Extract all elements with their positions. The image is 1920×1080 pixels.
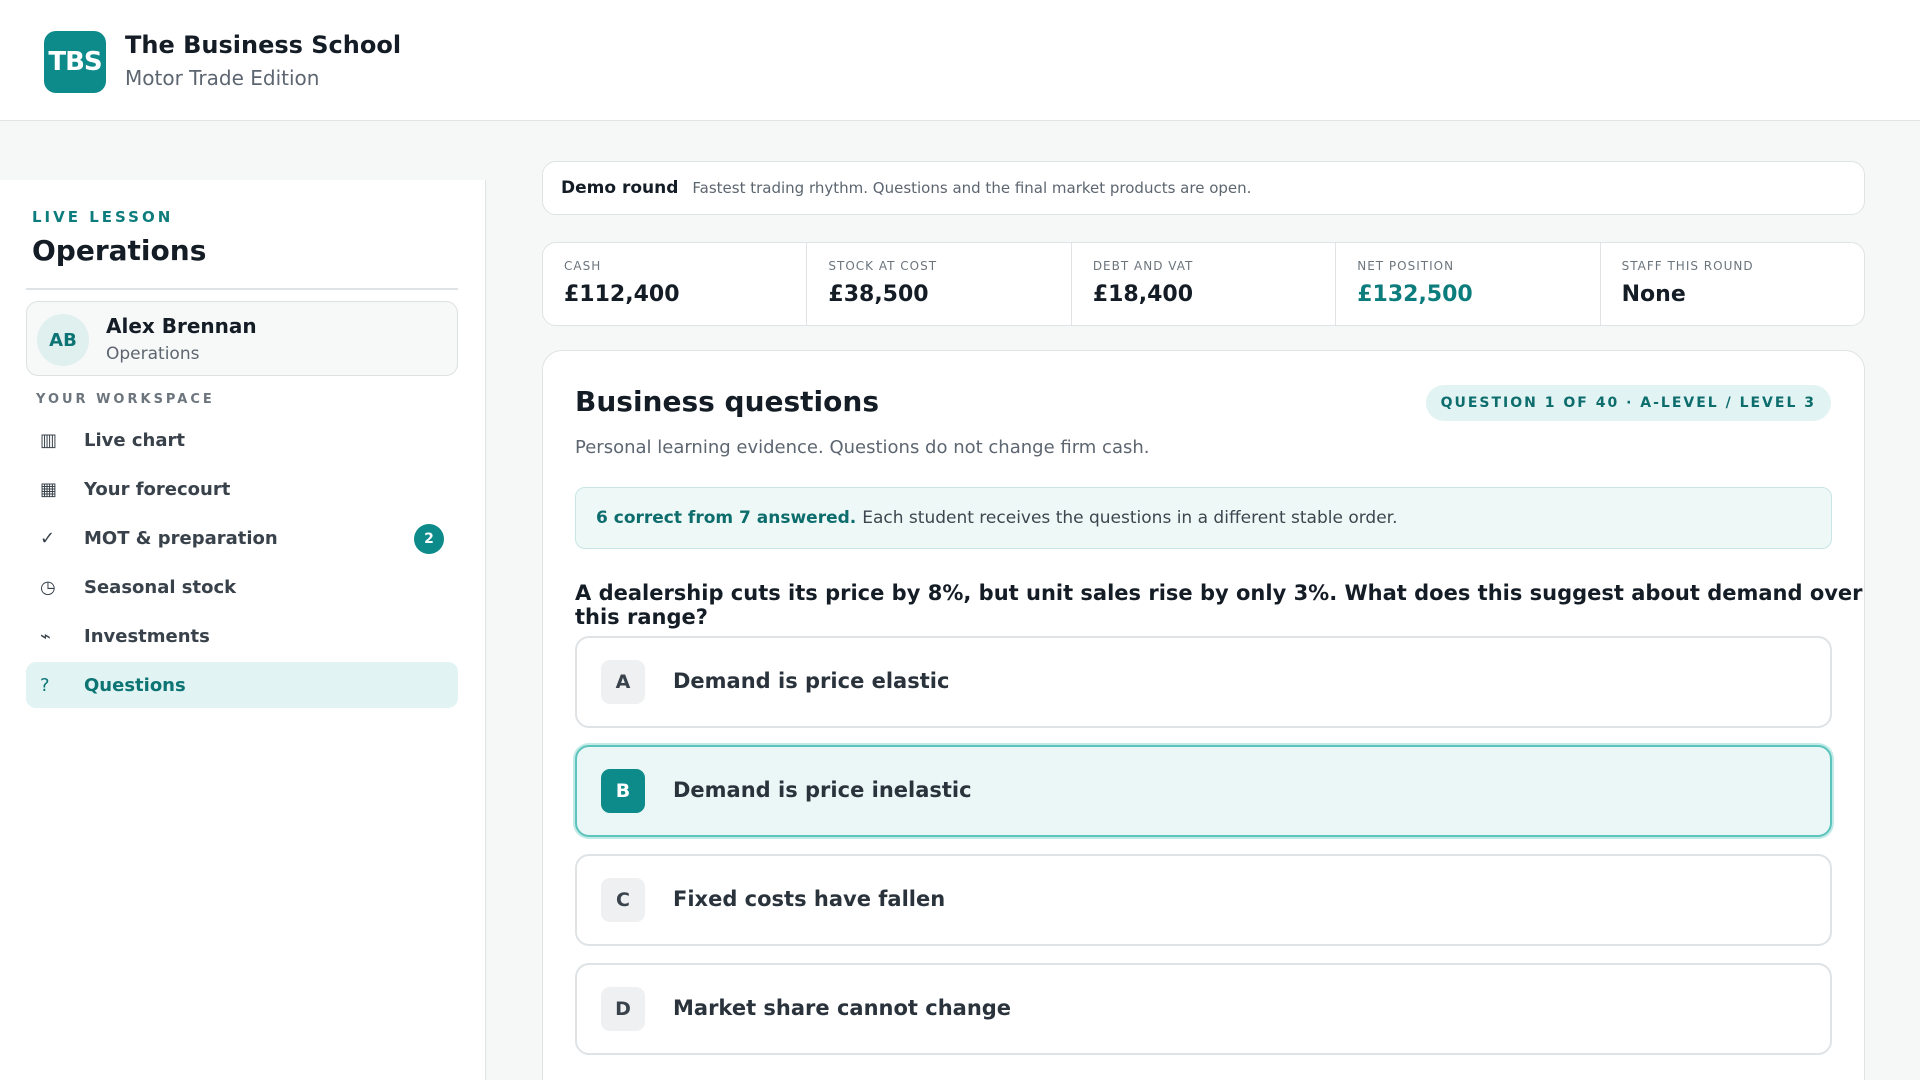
questions-panel: Business questions QUESTION 1 OF 40 · A-… [542,350,1865,1080]
brand-title: The Business School [125,31,402,59]
score-count: 6 correct from 7 answered. [596,508,857,528]
option-letter: C [601,878,645,922]
answer-option-a[interactable]: A Demand is price elastic [575,636,1832,728]
brand-subtitle: Motor Trade Edition [125,66,320,90]
sidebar-kicker: LIVE LESSON [32,208,174,226]
sidebar-item-your-forecourt[interactable]: ▦ Your forecourt [26,466,458,512]
round-name: Demo round [561,178,679,198]
user-name: Alex Brennan [106,314,257,338]
grid-icon: ▦ [40,478,58,500]
sidebar-item-investments[interactable]: ⌁ Investments [26,613,458,659]
sidebar-item-label: MOT & preparation [84,527,278,549]
stat-net-position: NET POSITION £132,500 [1336,243,1601,325]
answer-option-d[interactable]: D Market share cannot change [575,963,1832,1055]
stat-staff-this-round: STAFF THIS ROUND None [1601,243,1864,325]
workspace-label: YOUR WORKSPACE [36,392,215,407]
check-icon: ✓ [40,527,56,549]
option-text: Market share cannot change [673,996,1012,1020]
stat-label: CASH [564,259,602,273]
stat-stock-at-cost: STOCK AT COST £38,500 [807,243,1072,325]
question-text: A dealership cuts its price by 8%, but u… [575,581,1863,629]
sidebar-item-live-chart[interactable]: ▥ Live chart [26,417,458,463]
panel-subtitle: Personal learning evidence. Questions do… [575,437,1150,458]
stat-cash: CASH £112,400 [543,243,808,325]
stats-strip: CASH £112,400 STOCK AT COST £38,500 DEBT… [542,242,1865,326]
sidebar-divider [26,288,458,290]
user-role: Operations [106,344,200,364]
stat-label: DEBT AND VAT [1092,259,1194,273]
stat-label: STOCK AT COST [828,259,938,273]
sidebar-item-label: Seasonal stock [84,576,237,598]
option-letter: B [601,769,645,813]
answer-option-b[interactable]: B Demand is price inelastic [575,745,1832,837]
sidebar-item-label: Investments [84,625,210,647]
sidebar-nav: ▥ Live chart ▦ Your forecourt ✓ MOT & pr… [26,417,458,711]
sidebar-item-questions[interactable]: ? Questions [26,662,458,708]
option-letter: D [601,987,645,1031]
score-summary: 6 correct from 7 answered. Each student … [575,487,1832,549]
option-text: Demand is price inelastic [673,778,972,802]
sidebar-item-mot-preparation[interactable]: ✓ MOT & preparation 2 [26,515,458,561]
user-card[interactable]: AB Alex Brennan Operations [26,301,458,376]
answer-option-c[interactable]: C Fixed costs have fallen [575,854,1832,946]
sidebar-title: Operations [32,234,207,267]
round-description: Fastest trading rhythm. Questions and th… [692,179,1252,197]
stat-value: None [1621,282,1686,307]
sidebar-item-label: Questions [84,674,186,696]
tbs-logo[interactable]: TBS [44,31,106,93]
top-header: TBS The Business School Motor Trade Edit… [0,0,1920,121]
option-letter: A [601,660,645,704]
sidebar-item-label: Your forecourt [84,478,231,500]
question-icon: ? [40,674,50,696]
trend-icon: ⌁ [40,625,51,647]
option-text: Fixed costs have fallen [673,887,946,911]
sidebar-item-seasonal-stock[interactable]: ◷ Seasonal stock [26,564,458,610]
stat-debt-and-vat: DEBT AND VAT £18,400 [1072,243,1337,325]
stat-label: NET POSITION [1357,259,1455,273]
notification-badge: 2 [414,524,444,554]
stat-value: £112,400 [564,282,680,307]
round-banner: Demo round Fastest trading rhythm. Quest… [542,161,1865,215]
question-progress-chip: QUESTION 1 OF 40 · A-LEVEL / LEVEL 3 [1425,385,1831,421]
stat-value: £38,500 [828,282,929,307]
stat-value: £18,400 [1092,282,1194,307]
avatar: AB [37,314,89,366]
stat-label: STAFF THIS ROUND [1621,259,1754,273]
sidebar: LIVE LESSON Operations AB Alex Brennan O… [0,180,486,1080]
panel-title: Business questions [575,385,879,418]
score-note: Each student receives the questions in a… [862,508,1398,528]
option-text: Demand is price elastic [673,669,950,693]
sidebar-item-label: Live chart [84,429,185,451]
stat-value: £132,500 [1357,282,1473,307]
clock-icon: ◷ [40,576,56,598]
bar-chart-icon: ▥ [40,429,58,451]
